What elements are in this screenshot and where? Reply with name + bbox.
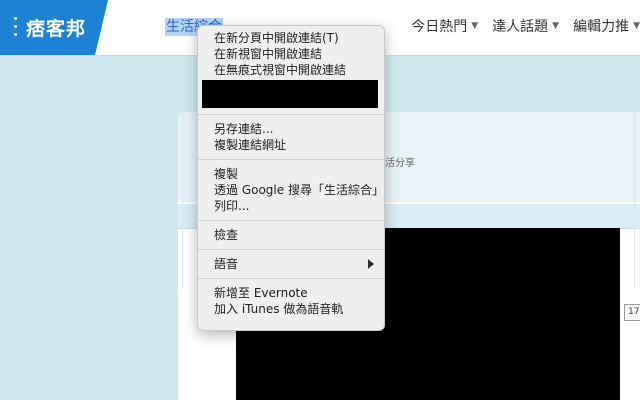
count-badge: 17 bbox=[624, 304, 640, 321]
nav-item-today-hot[interactable]: 今日熱門 ▼ bbox=[411, 16, 478, 36]
menu-save-link[interactable]: 另存連結... bbox=[198, 121, 384, 137]
menu-separator bbox=[198, 220, 384, 221]
card-subtitle: 活分享 bbox=[385, 158, 415, 169]
site-logo[interactable]: 痞客邦 bbox=[26, 14, 86, 41]
menu-separator bbox=[198, 159, 384, 160]
column-divider bbox=[182, 92, 183, 288]
menu-speech[interactable]: 語音 bbox=[198, 256, 384, 272]
menu-separator bbox=[198, 249, 384, 250]
nav-item-editor-picks[interactable]: 編輯力推 ▼ bbox=[573, 16, 640, 36]
caret-down-icon: ▼ bbox=[633, 21, 640, 31]
menu-google-search[interactable]: 透過 Google 搜尋「生活綜合」 bbox=[198, 182, 384, 198]
menu-copy-link-address[interactable]: 複製連結網址 bbox=[198, 137, 384, 153]
more-menu-icon[interactable] bbox=[12, 17, 18, 39]
nav-item-label: 今日熱門 bbox=[411, 19, 468, 35]
redacted-menu-item bbox=[202, 80, 378, 108]
menu-inspect[interactable]: 檢查 bbox=[198, 227, 384, 243]
nav-item-label: 達人話題 bbox=[492, 19, 549, 35]
menu-open-incognito[interactable]: 在無痕式視窗中開啟連結 bbox=[198, 62, 384, 78]
nav-menu: 今日熱門 ▼ 達人話題 ▼ 編輯力推 ▼ bbox=[411, 16, 640, 36]
submenu-arrow-icon bbox=[368, 259, 374, 269]
menu-open-new-window[interactable]: 在新視窗中開啟連結 bbox=[198, 46, 384, 62]
menu-open-new-tab[interactable]: 在新分頁中開啟連結(T) bbox=[198, 30, 384, 46]
context-menu: 在新分頁中開啟連結(T) 在新視窗中開啟連結 在無痕式視窗中開啟連結 另存連結.… bbox=[197, 25, 385, 331]
menu-separator bbox=[198, 278, 384, 279]
menu-print[interactable]: 列印... bbox=[198, 198, 384, 214]
nav-item-label: 編輯力推 bbox=[573, 19, 630, 35]
logo-block: 痞客邦 bbox=[0, 0, 108, 55]
caret-down-icon: ▼ bbox=[471, 21, 479, 31]
menu-speech-label: 語音 bbox=[214, 257, 239, 271]
menu-separator bbox=[198, 114, 384, 115]
menu-copy[interactable]: 複製 bbox=[198, 166, 384, 182]
caret-down-icon: ▼ bbox=[552, 21, 560, 31]
menu-add-itunes[interactable]: 加入 iTunes 做為語音軌 bbox=[198, 301, 384, 317]
column-divider bbox=[634, 92, 635, 288]
nav-item-expert-topics[interactable]: 達人話題 ▼ bbox=[492, 16, 559, 36]
menu-add-evernote[interactable]: 新增至 Evernote bbox=[198, 285, 384, 301]
